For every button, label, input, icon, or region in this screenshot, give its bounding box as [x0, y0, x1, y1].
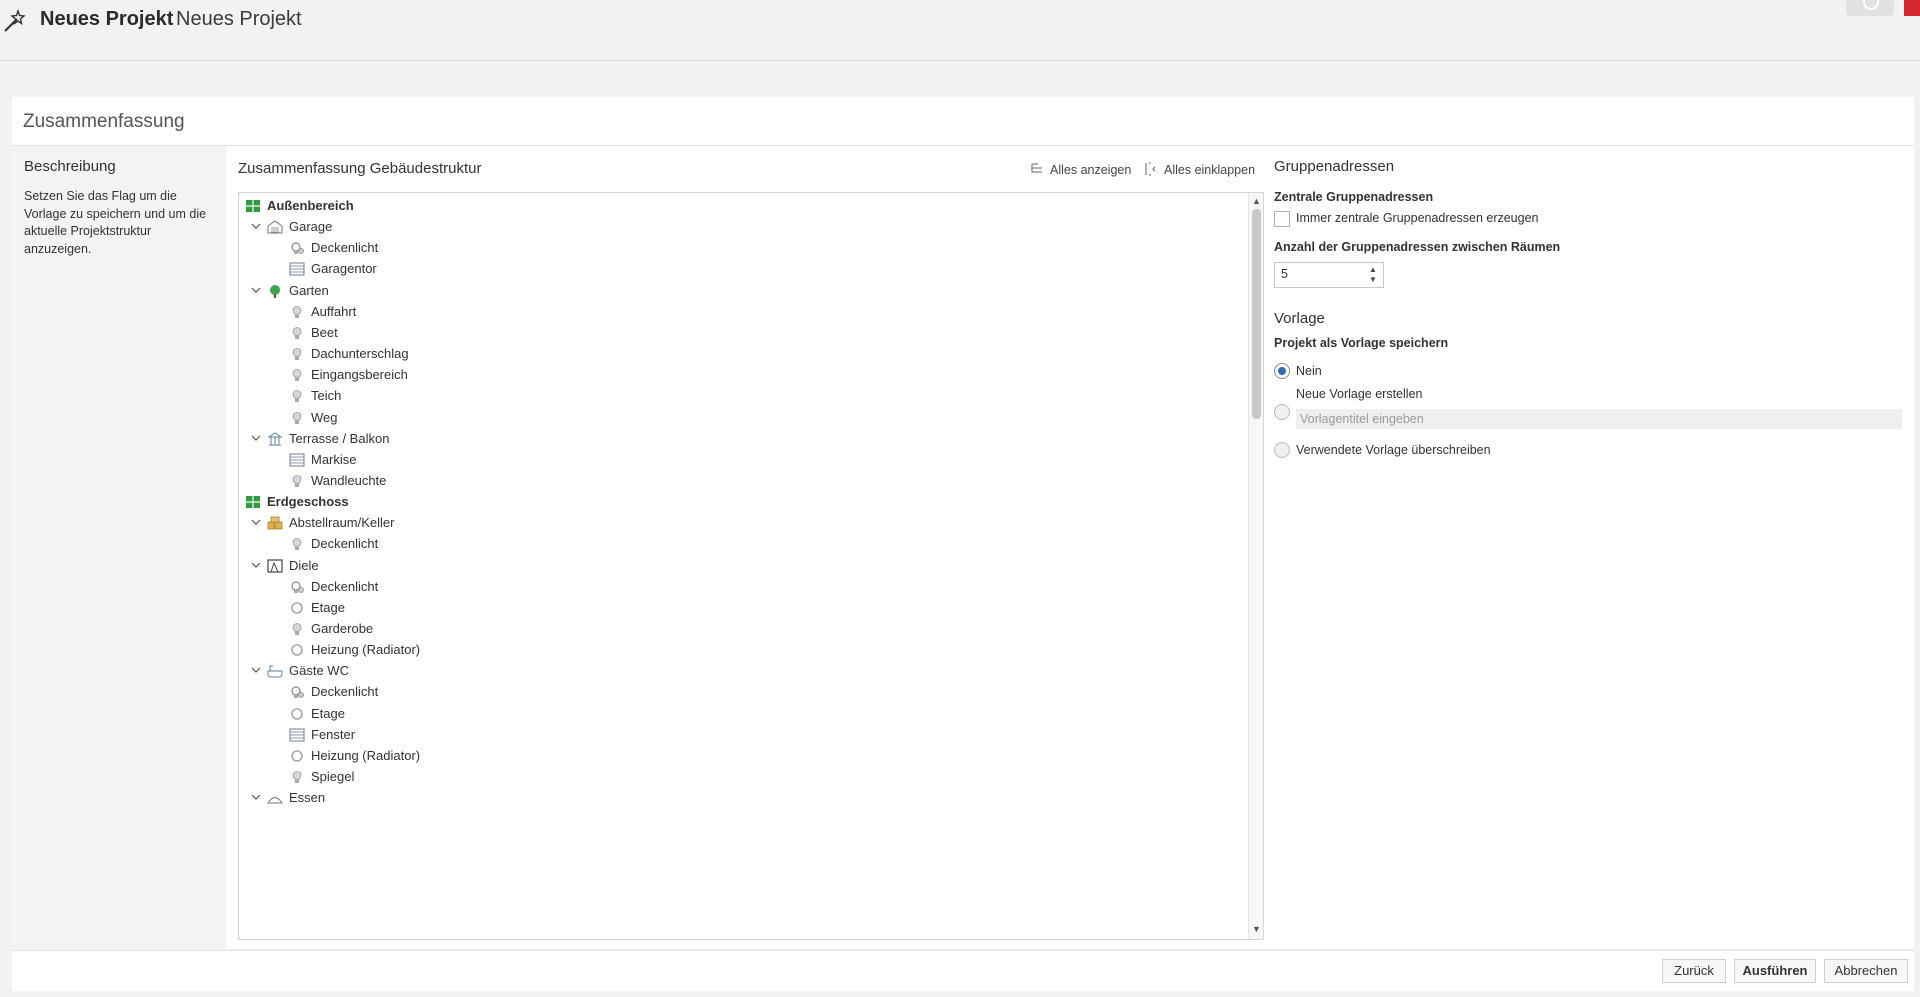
- bulb-icon: [292, 623, 302, 635]
- chevron-down-icon[interactable]: [251, 560, 261, 570]
- bulb-icon: [292, 475, 302, 487]
- chevron-down-icon[interactable]: [251, 221, 261, 231]
- stepper-up-icon[interactable]: ▲: [1367, 265, 1379, 275]
- options-panel: Gruppenadressen Zentrale Gruppenadressen…: [1262, 146, 1914, 946]
- collapse-all-icon: [1145, 162, 1156, 176]
- radio-no-label[interactable]: Nein: [1296, 364, 1322, 378]
- description-title: Beschreibung: [24, 158, 116, 175]
- settings-icon[interactable]: [1846, 0, 1894, 16]
- central-addresses-label: Zentrale Gruppenadressen: [1274, 190, 1434, 204]
- address-count-label: Anzahl der Gruppenadressen zwischen Räum…: [1274, 240, 1561, 254]
- close-icon[interactable]: [1904, 0, 1920, 16]
- description-text: Setzen Sie das Flag um die Vorlage zu sp…: [24, 189, 207, 256]
- save-as-template-label: Projekt als Vorlage speichern: [1274, 336, 1449, 350]
- terrace-icon: [267, 432, 283, 446]
- central-addresses-checkbox-label[interactable]: Immer zentrale Gruppenadressen erzeugen: [1296, 211, 1539, 225]
- chevron-down-icon[interactable]: [251, 433, 261, 443]
- chevron-down-icon[interactable]: [251, 665, 261, 675]
- section-title: Zusammenfassung: [23, 111, 185, 132]
- back-button[interactable]: Zurück: [1662, 959, 1726, 983]
- dimmer-lamp-icon: [291, 581, 304, 593]
- show-all-button[interactable]: Alles anzeigen: [1030, 162, 1131, 177]
- bulb-icon: [292, 326, 302, 339]
- chevron-down-icon[interactable]: [251, 792, 261, 802]
- main-panel: Zusammenfassung Gebäudestruktur Alles an…: [226, 146, 1914, 949]
- shutter-icon: [289, 728, 305, 742]
- address-count-stepper[interactable]: 5 ▲ ▼: [1274, 262, 1384, 288]
- radio-no[interactable]: [1274, 363, 1290, 379]
- stepper-down-icon[interactable]: ▼: [1367, 275, 1379, 285]
- structure-tree[interactable]: Außenbereich Garage Deckenlicht Garagentor G…: [238, 192, 1264, 940]
- shutter-icon: [289, 453, 305, 467]
- bath-icon: [267, 665, 283, 678]
- storage-icon: [267, 516, 283, 530]
- window-title-bold: Neues Projekt: [40, 8, 174, 30]
- dimmer-lamp-icon: [291, 686, 304, 699]
- radio-new-template[interactable]: [1274, 404, 1290, 420]
- scroll-down-arrow-icon[interactable]: ▼: [1252, 924, 1261, 934]
- bulb-icon: [292, 771, 302, 784]
- tree-title: Zusammenfassung Gebäudestruktur: [238, 160, 482, 177]
- group-addresses-title: Gruppenadressen: [1274, 158, 1395, 175]
- ring-icon: [291, 707, 303, 720]
- tree-icon: [270, 284, 280, 298]
- collapse-all-button[interactable]: Alles einklappen: [1144, 162, 1255, 177]
- cancel-button[interactable]: Abbrechen: [1824, 959, 1908, 983]
- bulb-icon: [292, 348, 302, 361]
- dimmer-lamp-icon: [291, 242, 304, 255]
- bulb-icon: [292, 411, 302, 424]
- description-panel: Beschreibung Setzen Sie das Flag um die …: [12, 146, 226, 949]
- expand-all-icon: [1031, 163, 1042, 173]
- show-all-label: Alles anzeigen: [1050, 163, 1132, 177]
- run-button[interactable]: Ausführen: [1734, 959, 1816, 983]
- scroll-up-arrow-icon[interactable]: ▲: [1252, 196, 1261, 206]
- bulb-icon: [292, 305, 302, 318]
- ring-icon: [291, 750, 303, 762]
- section-header: Zusammenfassung: [12, 97, 1914, 146]
- shutter-icon: [289, 262, 305, 276]
- chevron-down-icon[interactable]: [251, 517, 261, 527]
- tree-row[interactable]: Essen: [239, 786, 1239, 810]
- floor-icon: [246, 496, 260, 509]
- address-count-value[interactable]: 5: [1281, 267, 1288, 281]
- hall-icon: [267, 558, 283, 573]
- tree-row-label: Essen: [289, 790, 326, 806]
- radio-new-template-label[interactable]: Neue Vorlage erstellen: [1296, 387, 1422, 401]
- bulb-icon: [292, 369, 302, 382]
- footer-bar: Zurück Ausführen Abbrechen: [12, 950, 1914, 991]
- window-title: Neues Projekt: [176, 8, 302, 30]
- bulb-icon: [292, 538, 302, 551]
- floor-icon: [246, 200, 260, 212]
- radio-overwrite-template-label[interactable]: Verwendete Vorlage überschreiben: [1296, 443, 1491, 457]
- title-bar: Neues Projekt Neues Projekt: [0, 0, 1920, 61]
- central-addresses-checkbox[interactable]: [1274, 211, 1290, 227]
- dining-icon: [267, 797, 283, 804]
- chevron-down-icon[interactable]: [251, 285, 261, 295]
- radio-overwrite-template[interactable]: [1274, 442, 1290, 458]
- ring-icon: [291, 602, 303, 614]
- template-title-input[interactable]: [1296, 409, 1902, 429]
- collapse-all-label: Alles einklappen: [1164, 163, 1256, 177]
- ring-icon: [291, 644, 303, 656]
- template-title: Vorlage: [1274, 310, 1325, 327]
- garage-icon: [267, 220, 283, 234]
- magic-wand-icon: [4, 8, 26, 32]
- scroll-thumb[interactable]: [1252, 209, 1261, 419]
- bulb-icon: [292, 390, 302, 403]
